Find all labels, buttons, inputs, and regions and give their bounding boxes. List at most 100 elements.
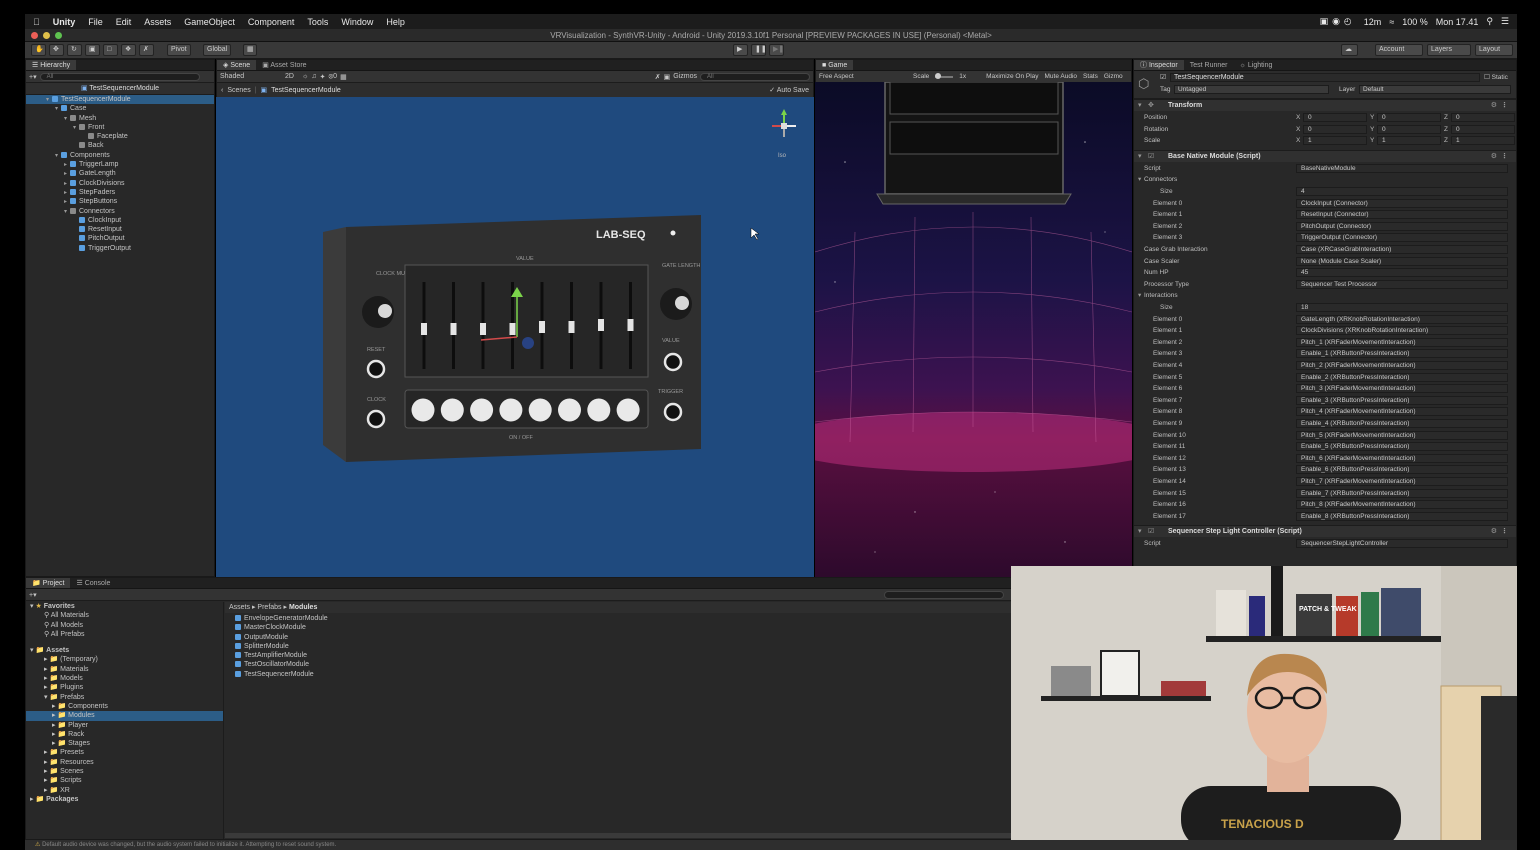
field-value[interactable]: Pitch_7 (XRFaderMovementInteraction): [1296, 477, 1508, 486]
value-jack[interactable]: [663, 352, 683, 372]
expand-right-icon[interactable]: ▸: [26, 684, 48, 691]
folder-item[interactable]: ▸ 📁 Components: [26, 702, 223, 711]
field-value[interactable]: ResetInput (Connector): [1296, 210, 1508, 220]
account-dropdown[interactable]: Account: [1375, 44, 1423, 56]
field-value[interactable]: 18: [1296, 303, 1508, 312]
fader-cap-8[interactable]: [627, 319, 634, 331]
prefab-file-item[interactable]: MasterClockModule: [235, 623, 1011, 632]
folder-item[interactable]: ▸ 📁 Rack: [26, 730, 223, 739]
hierarchy-scene-header[interactable]: ▣ TestSequencerModule: [26, 83, 214, 95]
lighting-icon[interactable]: ☼: [302, 73, 308, 80]
folder-item[interactable]: ▸ 📁 Scenes: [26, 767, 223, 776]
hierarchy-item[interactable]: PitchOutput: [26, 234, 214, 243]
field-value[interactable]: 45: [1296, 268, 1508, 278]
game-viewport[interactable]: [815, 82, 1132, 577]
field-value[interactable]: Enable_6 (XRButtonPressInteraction): [1296, 465, 1508, 475]
maximize-on-play-toggle[interactable]: Maximize On Play: [986, 73, 1038, 80]
scale-slider[interactable]: [935, 72, 954, 79]
hierarchy-item[interactable]: ResetInput: [26, 225, 214, 234]
component-menu-icon[interactable]: ⚙⋮: [1491, 526, 1512, 538]
hierarchy-item[interactable]: ▸ TriggerLamp: [26, 160, 214, 169]
component-menu-icon[interactable]: ⚙⋮: [1491, 100, 1512, 112]
field-value[interactable]: Case (XRCaseGrabInteraction): [1296, 245, 1508, 254]
transform-tool-icon[interactable]: ❖: [121, 44, 136, 56]
menu-app-name[interactable]: Unity: [53, 17, 76, 27]
expand-right-icon[interactable]: ▸: [26, 656, 48, 663]
tab-project[interactable]: 📁 Project: [26, 578, 71, 588]
field-value[interactable]: Pitch_5 (XRFaderMovementInteraction): [1296, 430, 1508, 440]
create-button[interactable]: +▾: [29, 73, 37, 81]
folder-item[interactable]: ▾ 📁 Prefabs: [26, 693, 223, 702]
control-center-icon[interactable]: ☰: [1501, 16, 1509, 27]
transform-x-field[interactable]: 0: [1303, 124, 1367, 134]
step-button[interactable]: ▶❚: [769, 44, 784, 56]
folder-item[interactable]: ▸ 📁 Plugins: [26, 683, 223, 692]
menu-component[interactable]: Component: [248, 17, 295, 27]
expand-right-icon[interactable]: ▸: [26, 796, 34, 803]
field-value[interactable]: 4: [1296, 187, 1508, 196]
close-window-icon[interactable]: [31, 32, 38, 39]
prefab-file-item[interactable]: TestOscillatorModule: [235, 660, 1011, 669]
global-toggle[interactable]: Global: [203, 44, 232, 56]
field-value[interactable]: Pitch_4 (XRFaderMovementInteraction): [1296, 407, 1508, 417]
transform-z-field[interactable]: 0: [1451, 113, 1515, 122]
static-toggle[interactable]: ☐ Static: [1484, 73, 1508, 81]
field-value[interactable]: Enable_4 (XRButtonPressInteraction): [1296, 419, 1508, 428]
hierarchy-item[interactable]: ▾ Connectors: [26, 207, 214, 216]
foldout-down-icon[interactable]: ▾: [1138, 290, 1141, 302]
field-value[interactable]: PitchOutput (Connector): [1296, 221, 1508, 231]
folder-item[interactable]: ▸ 📁 XR: [26, 786, 223, 795]
interactions-foldout[interactable]: ▾ Interactions: [1134, 290, 1516, 302]
mute-audio-toggle[interactable]: Mute Audio: [1045, 73, 1078, 80]
trigger-jack[interactable]: [663, 402, 683, 422]
folder-item[interactable]: ▸ 📁 Scripts: [26, 776, 223, 785]
field-value[interactable]: Enable_7 (XRButtonPressInteraction): [1296, 488, 1508, 498]
fader-cap-3[interactable]: [480, 323, 486, 335]
expand-right-icon[interactable]: ▸: [26, 740, 56, 747]
field-value[interactable]: Pitch_3 (XRFaderMovementInteraction): [1296, 384, 1508, 394]
prefab-file-item[interactable]: SplitterModule: [235, 642, 1011, 651]
tab-lighting[interactable]: ☼ Lighting: [1234, 60, 1279, 70]
hierarchy-item[interactable]: ClockInput: [26, 216, 214, 225]
hierarchy-item[interactable]: ▾ TestSequencerModule: [26, 95, 214, 105]
effects-icon[interactable]: ✦: [320, 73, 326, 81]
project-create-button[interactable]: +▾: [29, 591, 37, 599]
transform-x-field[interactable]: 1: [1303, 136, 1367, 146]
menu-help[interactable]: Help: [386, 17, 405, 27]
tab-game[interactable]: ■ Game: [816, 60, 854, 70]
rotate-tool-icon[interactable]: ↻: [67, 44, 82, 56]
packages-header[interactable]: ▸ 📁 Packages: [26, 795, 223, 804]
auto-save-toggle[interactable]: ✓ Auto Save: [769, 86, 809, 94]
hierarchy-item[interactable]: ▸ StepButtons: [26, 197, 214, 206]
fader-cap-1[interactable]: [421, 323, 427, 335]
favorite-item[interactable]: ⚲ All Prefabs: [26, 630, 223, 639]
game-gizmos-toggle[interactable]: Gizmo: [1104, 73, 1123, 80]
crumb-prefabs[interactable]: Prefabs: [257, 604, 281, 611]
folder-item[interactable]: ▸ 📁 Player: [26, 721, 223, 730]
step-light-controller-component[interactable]: ▾ ☑ Sequencer Step Light Controller (Scrip…: [1134, 525, 1516, 538]
menu-tools[interactable]: Tools: [307, 17, 328, 27]
hand-tool-icon[interactable]: ✋: [31, 44, 46, 56]
expand-right-icon[interactable]: ▸: [26, 675, 48, 682]
menu-assets[interactable]: Assets: [144, 17, 171, 27]
foldout-down-icon[interactable]: ▾: [26, 647, 34, 654]
active-checkbox[interactable]: ☑: [1160, 73, 1166, 81]
status-icons[interactable]: ▣◉◴: [1320, 16, 1356, 27]
field-value[interactable]: None (Module Case Scaler): [1296, 256, 1508, 266]
project-search-input[interactable]: [884, 590, 1004, 599]
scene-search-input[interactable]: All: [700, 72, 810, 81]
field-value[interactable]: ClockDivisions (XRKnobRotationInteractio…: [1296, 326, 1508, 336]
folder-item[interactable]: ▸ 📁 Presets: [26, 748, 223, 757]
crumb-modules[interactable]: Modules: [289, 604, 317, 611]
move-handle-z[interactable]: [522, 337, 534, 349]
expand-right-icon[interactable]: ▸: [26, 749, 48, 756]
layout-dropdown[interactable]: Layout: [1475, 44, 1513, 56]
object-name-field[interactable]: TestSequencerModule: [1170, 73, 1480, 82]
tab-console[interactable]: ☰ Console: [70, 578, 116, 588]
prefab-file-item[interactable]: OutputModule: [235, 633, 1011, 642]
menu-gameobject[interactable]: GameObject: [184, 17, 235, 27]
battery-text[interactable]: 100 %: [1402, 17, 1428, 27]
prefab-file-item[interactable]: TestAmplifierModule: [235, 651, 1011, 660]
transform-y-field[interactable]: 0: [1377, 124, 1441, 134]
reset-jack[interactable]: [366, 359, 386, 379]
